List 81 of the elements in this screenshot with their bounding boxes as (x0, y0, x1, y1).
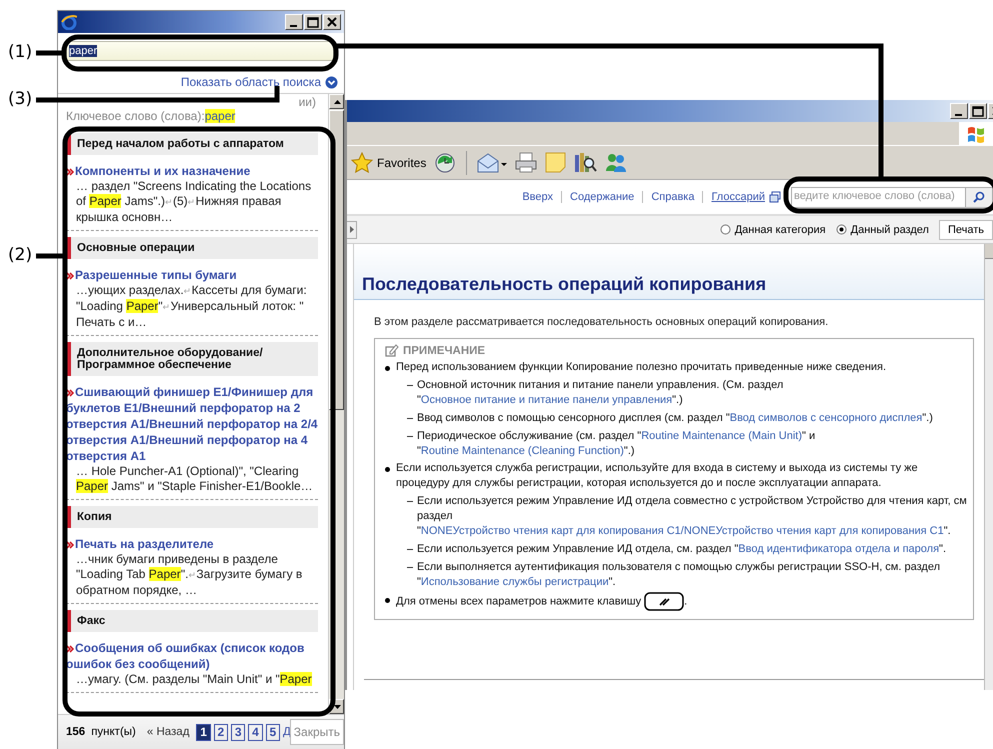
globe-icon (61, 14, 77, 30)
page-link[interactable]: 3 (231, 724, 246, 740)
maximize-icon[interactable] (305, 15, 321, 29)
close-button[interactable]: Закрыть (290, 719, 344, 745)
count-label: пункт(ы) (91, 726, 136, 738)
arrow-icon (66, 644, 74, 653)
callout-label: (2) (8, 245, 32, 265)
category-heading: Перед началом работы с аппаратом (66, 133, 318, 155)
page-link[interactable]: 5 (266, 724, 280, 740)
link[interactable]: Ввод символов с сенсорного дисплея (730, 412, 922, 424)
result-link[interactable]: Печать на разделителе (66, 536, 318, 552)
result-link[interactable]: Сшивающий финишер E1/Финишер для буклетов E1/Внешний перфоратор на 2 отверстия A1/Внешний перфоратор на 2/4 отверстия A1/Внешний перфоратор на 4 отверстия A1 (66, 384, 318, 464)
page-link[interactable]: 4 (248, 724, 263, 740)
down-arrow-icon (332, 704, 340, 710)
result-snippet: … Hole Puncher-A1 (Optional)", "Clearing Paper Jams" и "Staple Finisher-E1/Bookle… (75, 464, 314, 494)
note-item: Если используется служба регистрации, используйте для входа в систему и выхода из системы ту же процедуру для службы регистрации, которая используется до и после эксплуатации аппарата. (396, 461, 919, 491)
result-link[interactable]: Сообщения об ошибках (список кодов ошибок без сообщений) (66, 640, 318, 672)
link[interactable]: Routine Maintenance (Cleaning Function) (420, 445, 624, 457)
messenger-button[interactable] (605, 152, 628, 173)
note-item: Если используется режим Управление ИД отдела совместно с устройством Устройство для чтения карт, см раздел "NONEУстройство чтения карт для копирования C1/NONEУстройство чтения карт для копирования C1". (417, 494, 967, 539)
nav-link[interactable]: Содержание (561, 191, 634, 203)
back-link[interactable]: « Назад (146, 726, 190, 738)
link[interactable]: Routine Maintenance (Main Unit) (641, 430, 802, 442)
chevron-icon (325, 76, 338, 88)
arrow-icon (66, 388, 74, 397)
callout-label: (1) (8, 42, 32, 62)
research-button[interactable] (574, 152, 598, 173)
note-item: Если используется режим Управление ИД отдела, см. раздел "Ввод идентификатора отдела и пароля". (417, 542, 946, 557)
nav-link[interactable]: Справка (642, 191, 694, 203)
star-icon (351, 152, 373, 173)
print-button[interactable] (515, 152, 538, 173)
arrow-icon (66, 540, 74, 549)
note-item: Если выполняется аутентификация пользователя с помощью службы регистрации SSO-H, см. раздел "Использование службы регистрации". (417, 560, 941, 590)
category-heading: Копия (66, 506, 318, 528)
link[interactable]: Показать область поиска (180, 75, 321, 89)
arrow-icon (66, 168, 74, 176)
arrow-icon (66, 272, 74, 280)
callout-label: (3) (8, 89, 32, 109)
radio-label: Данная категория (734, 224, 826, 236)
link[interactable]: NONEУстройство чтения карт для копирования C1/NONEУстройство чтения карт для копирования C1 (420, 525, 944, 537)
history-button[interactable] (434, 152, 456, 174)
reset-key-icon (644, 592, 684, 611)
note-title: ПРИМЕЧАНИЕ (403, 344, 486, 356)
radio-button[interactable] (836, 224, 847, 235)
triangle-icon[interactable] (348, 225, 354, 234)
result-snippet: …чник бумаги приведены в разделе "Loading Tab Paper".↵Загрузите бумагу в обратном порядке, … (75, 552, 304, 598)
search-field[interactable]: paper (66, 41, 334, 61)
category-heading: Факс (66, 610, 318, 632)
page-link[interactable]: 2 (214, 724, 228, 740)
print-button[interactable]: Печать (938, 220, 993, 240)
result-count: 156 (66, 726, 86, 738)
note-item: Перед использованием функции Копирование полезно прочитать приведенные ниже сведения. (396, 360, 886, 375)
leader-line (36, 254, 64, 258)
radio-label: Данный раздел (850, 224, 929, 236)
page-link[interactable]: 1 (196, 724, 211, 740)
category-heading: Основные операции (66, 237, 318, 259)
result-snippet: …умагу. (См. разделы "Main Unit" и "Paper (75, 672, 313, 687)
search-scope-text: ии) (298, 96, 316, 108)
leader-line (36, 50, 64, 56)
search-icon[interactable] (973, 191, 985, 203)
nav-link[interactable]: Вверх (522, 191, 554, 203)
edit-icon (385, 344, 399, 357)
note-item: Периодическое обслуживание (см. раздел "Routine Maintenance (Main Unit)" и "Routine Maintenance (Cleaning Function)".) (417, 429, 816, 459)
link[interactable]: Основное питание и питание панели управления (420, 394, 672, 406)
note-item: Для отмены всех параметров нажмите клавишу . (396, 592, 688, 611)
nav-link[interactable]: Глоссарий (702, 191, 765, 203)
intro-text: В этом разделе рассматривается последовательность основных операций копирования. (374, 316, 830, 328)
favorites-button[interactable]: Favorites (351, 152, 426, 173)
result-link[interactable]: Разрешенные типы бумаги (66, 267, 318, 283)
scrollbar[interactable] (984, 244, 993, 690)
up-arrow-icon (332, 98, 340, 104)
result-link[interactable]: Компоненты и их назначение (66, 163, 318, 179)
link[interactable]: Использование службы регистрации (420, 576, 609, 588)
category-heading: Дополнительное оборудование/Программное обеспечение (66, 342, 318, 376)
radio-button[interactable] (720, 224, 731, 235)
page-heading: Последовательность операций копирования (362, 274, 768, 295)
note-item: Ввод символов с помощью сенсорного дисплея (см. раздел "Ввод символов с сенсорного дисплея".) (417, 411, 933, 426)
maximize-icon[interactable] (970, 104, 986, 118)
note-item: Основной источник питания и питание панели управления. (См. раздел "Основное питание и питание панели управления".) (417, 378, 784, 408)
link[interactable]: Ввод идентификатора отдела и пароля (738, 543, 940, 555)
mail-button[interactable] (477, 152, 508, 172)
